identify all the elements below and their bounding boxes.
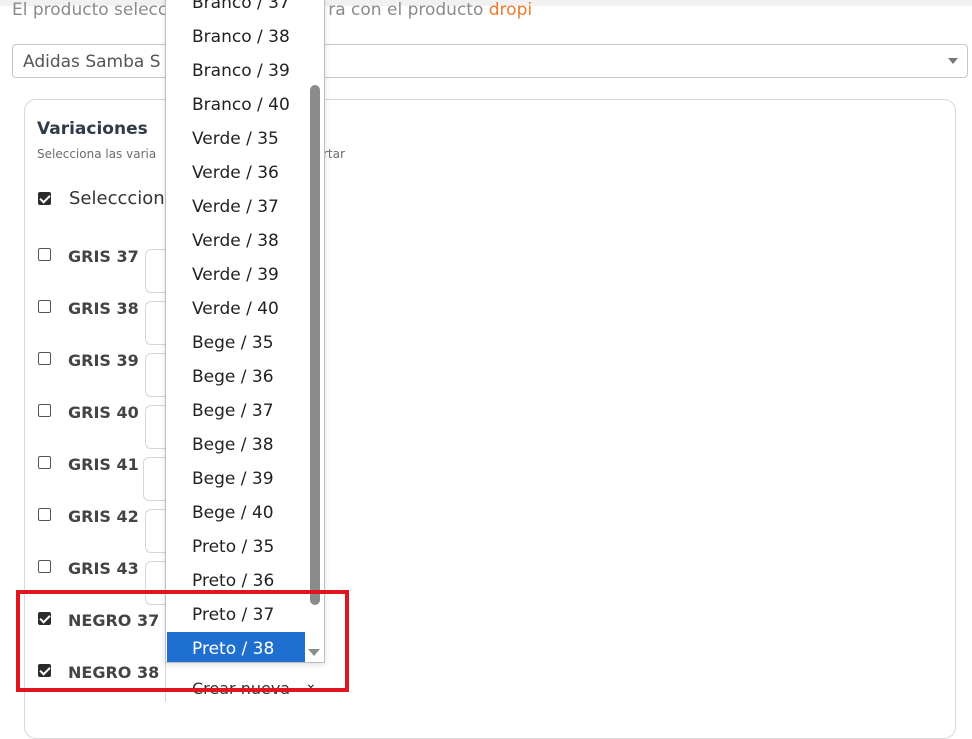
dropdown-option[interactable]: Bege / 40 xyxy=(167,496,305,530)
variation-label: GRIS 40 xyxy=(68,403,139,422)
variation-checkbox-gris-37[interactable] xyxy=(38,248,51,261)
variation-checkbox-gris-38[interactable] xyxy=(38,300,51,313)
highlight-box xyxy=(16,590,349,692)
variation-label: GRIS 41 xyxy=(68,455,139,474)
dropdown-option[interactable]: Branco / 40 xyxy=(167,88,305,122)
dropdown-option[interactable]: Verde / 36 xyxy=(167,156,305,190)
caret-down-icon xyxy=(948,58,958,64)
variation-checkbox-gris-41[interactable] xyxy=(38,456,51,469)
select-all-checkbox[interactable] xyxy=(38,192,51,205)
dropdown-option[interactable]: Bege / 39 xyxy=(167,462,305,496)
product-select-value: Adidas Samba S xyxy=(23,52,161,72)
dropdown-option[interactable]: Bege / 35 xyxy=(167,326,305,360)
intro-text-end: ra con el producto xyxy=(328,0,484,20)
variation-checkbox-gris-40[interactable] xyxy=(38,404,51,417)
dropdown-option[interactable]: Branco / 37 xyxy=(167,0,305,20)
dropi-link[interactable]: dropi xyxy=(489,0,532,20)
dropdown-option[interactable]: Verde / 35 xyxy=(167,122,305,156)
dropdown-option[interactable]: Verde / 39 xyxy=(167,258,305,292)
variation-label: GRIS 42 xyxy=(68,507,139,526)
variation-checkbox-gris-43[interactable] xyxy=(38,560,51,573)
dropdown-option[interactable]: Bege / 36 xyxy=(167,360,305,394)
variation-options-dropdown[interactable]: Branco / 37 Branco / 38 Branco / 39 Bran… xyxy=(165,0,325,663)
variation-checkbox-gris-39[interactable] xyxy=(38,352,51,365)
dropdown-scrollbar-thumb[interactable] xyxy=(310,85,320,605)
dropdown-option[interactable]: Branco / 38 xyxy=(167,20,305,54)
dropdown-option[interactable]: Bege / 38 xyxy=(167,428,305,462)
variations-subtitle: Selecciona las varia rtar xyxy=(37,147,345,161)
dropdown-option[interactable]: Verde / 38 xyxy=(167,224,305,258)
variation-checkbox-gris-42[interactable] xyxy=(38,508,51,521)
dropdown-option[interactable]: Verde / 40 xyxy=(167,292,305,326)
variations-subtitle-start: Selecciona las varia xyxy=(37,147,157,161)
dropdown-option[interactable]: Preto / 35 xyxy=(167,530,305,564)
variation-label: GRIS 37 xyxy=(68,247,139,266)
dropdown-option[interactable]: Verde / 37 xyxy=(167,190,305,224)
variations-title: Variaciones xyxy=(37,119,148,139)
variation-label: GRIS 43 xyxy=(68,559,139,578)
variations-subtitle-end: rtar xyxy=(323,147,345,161)
dropdown-option[interactable]: Bege / 37 xyxy=(167,394,305,428)
intro-text-start: El producto selecc xyxy=(12,0,168,20)
variation-label: GRIS 39 xyxy=(68,351,139,370)
product-select[interactable]: Adidas Samba S xyxy=(12,44,968,78)
dropdown-option[interactable]: Branco / 39 xyxy=(167,54,305,88)
variation-label: GRIS 38 xyxy=(68,299,139,318)
